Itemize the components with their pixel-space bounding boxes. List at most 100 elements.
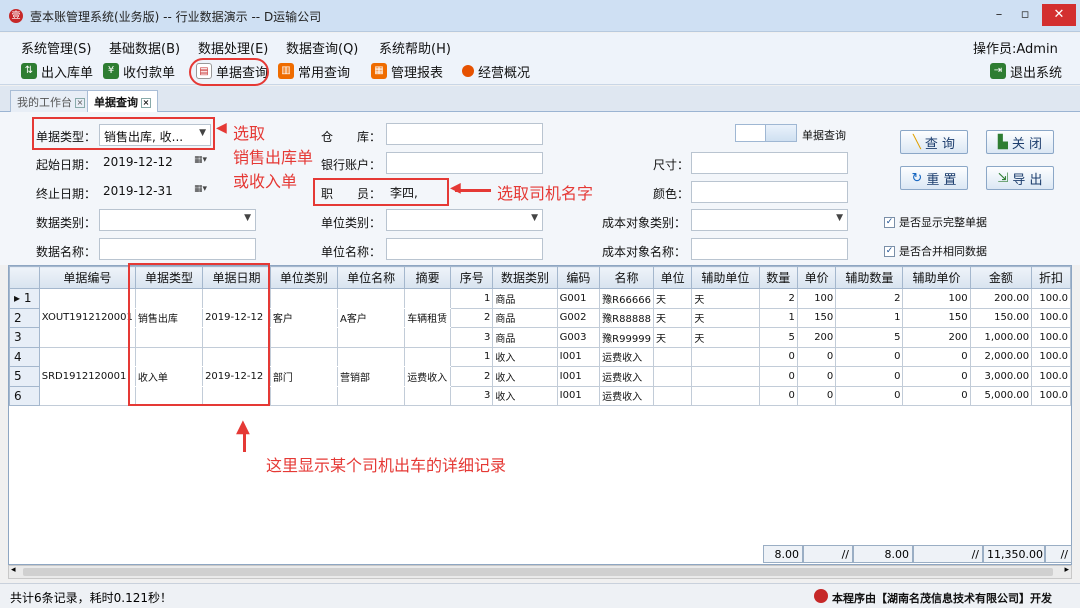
report-icon: ▦ [371,63,387,79]
row-number[interactable]: 3 [9,327,40,348]
inout-button[interactable]: ⇅ 出入库单 [21,61,93,81]
column-header[interactable]: 单位名称 [337,266,406,289]
color-input[interactable] [691,181,848,203]
common-query-button[interactable]: ▥ 常用查询 [278,61,350,81]
table-cell: 150 [902,307,971,328]
search-icon: ╲ [913,134,921,150]
table-cell: 150.00 [969,307,1033,328]
overview-button[interactable]: 经营概况 [462,61,530,81]
merge-same-checkbox[interactable]: ✓ 是否合并相同数据 [884,243,987,259]
table-cell [652,366,693,387]
menu-help[interactable]: 系统帮助(H) [379,38,451,57]
reset-button[interactable]: ↻ 重 置 [900,166,968,190]
table-cell: SRD1912120001 [38,366,136,387]
row-number[interactable]: ▸ 1 [9,288,40,309]
table-cell [691,366,760,387]
column-header[interactable]: 编码 [556,266,601,289]
table-cell: 豫R88888 [599,307,654,328]
tab-workbench[interactable]: 我的工作台 × [10,90,92,112]
table-cell: 3 [450,327,494,348]
column-header[interactable]: 序号 [450,266,494,289]
show-complete-checkbox[interactable]: ✓ 是否显示完整单据 [884,214,987,230]
table-cell: 天 [691,307,760,328]
start-date-input[interactable]: 2019-12-12 ▦▾ [99,152,211,174]
cost-name-input[interactable] [691,238,848,260]
summary-discount: // [1045,545,1072,563]
table-cell: 0 [796,346,837,367]
warehouse-input[interactable] [386,123,543,145]
column-header[interactable]: 摘要 [404,266,452,289]
column-header[interactable]: 单据编号 [38,266,136,289]
close-tab-icon[interactable]: × [75,98,85,108]
title-bar: 壹 壹本账管理系统(业务版) -- 行业数据演示 -- D运输公司 – ▫ ✕ [0,0,1080,32]
column-header[interactable]: 名称 [599,266,654,289]
payment-button[interactable]: ¥ 收付款单 [103,61,175,81]
grid-highlight [128,263,270,406]
column-header[interactable]: 单位 [652,266,693,289]
column-header[interactable]: 单位类别 [269,266,339,289]
unit-type-select[interactable]: ▼ [386,209,543,231]
table-cell: 天 [652,327,693,348]
close-button[interactable]: ▙ 关 闭 [986,130,1054,154]
row-number[interactable]: 5 [9,366,40,387]
door-icon: ▙ [997,134,1008,150]
size-label: 尺寸： [653,158,690,172]
report-button[interactable]: ▦ 管理报表 [371,61,443,81]
column-header[interactable]: 数量 [758,266,798,289]
ledger-logo-icon: 壹 [9,9,23,23]
column-header[interactable]: 辅助单价 [902,266,971,289]
end-date-input[interactable]: 2019-12-31 ▦▾ [99,181,211,203]
scroll-left-icon[interactable]: ◂ [11,565,16,575]
table-cell: 2 [758,288,798,309]
doc-query-toggle[interactable] [735,124,797,142]
calendar-icon[interactable]: ▦▾ [194,184,207,194]
data-type-select[interactable]: ▼ [99,209,256,231]
toggle-knob [736,125,766,141]
close-tab-icon[interactable]: × [141,98,151,108]
row-number[interactable]: 2 [9,307,40,328]
column-header[interactable]: 金额 [969,266,1033,289]
cost-type-select[interactable]: ▼ [691,209,848,231]
data-name-label: 数据名称： [36,245,97,259]
calendar-icon[interactable]: ▦▾ [194,155,207,165]
table-cell: 运费收入 [599,385,654,406]
table-cell: G002 [556,307,601,328]
scroll-right-icon[interactable]: ▸ [1064,565,1069,575]
size-input[interactable] [691,152,848,174]
column-header[interactable]: 数据类别 [492,266,558,289]
column-header[interactable]: 辅助单位 [691,266,760,289]
table-cell: 营销部 [337,366,406,387]
menu-data-process[interactable]: 数据处理(E) [198,38,268,57]
column-header[interactable]: 辅助数量 [835,266,904,289]
column-header[interactable] [9,266,40,289]
tab-bar: 我的工作台 × 单据查询 × [0,86,1080,112]
query-button[interactable]: ╲ 查 询 [900,130,968,154]
minimize-icon[interactable]: – [986,4,1012,26]
scroll-thumb[interactable] [23,568,1053,576]
data-name-input[interactable] [99,238,256,260]
menu-data-query[interactable]: 数据查询(Q) [286,38,358,57]
column-header[interactable]: 折扣 [1031,266,1071,289]
table-cell: 0 [835,366,904,387]
tab-doc-query[interactable]: 单据查询 × [87,90,158,112]
bank-input[interactable] [386,152,543,174]
table-cell: 收入 [492,346,558,367]
company-logo-icon [814,589,828,603]
row-number[interactable]: 6 [9,385,40,406]
unit-name-input[interactable] [386,238,543,260]
menu-system[interactable]: 系统管理(S) [21,38,91,57]
summary-qty: 8.00 [763,545,803,563]
table-cell: 2 [450,366,494,387]
export-icon: ⇲ [997,170,1009,186]
table-cell: 100.0 [1031,346,1071,367]
maximize-icon[interactable]: ▫ [1012,4,1038,26]
doc-query-toggle-label: 单据查询 [802,129,846,142]
export-button[interactable]: ⇲ 导 出 [986,166,1054,190]
table-cell: 收入 [492,366,558,387]
row-number[interactable]: 4 [9,346,40,367]
close-icon[interactable]: ✕ [1042,4,1076,26]
horizontal-scrollbar[interactable]: ◂ ▸ [8,565,1072,579]
menu-basic-data[interactable]: 基础数据(B) [109,38,180,57]
exit-button[interactable]: ⇥ 退出系统 [990,61,1062,81]
column-header[interactable]: 单价 [796,266,837,289]
